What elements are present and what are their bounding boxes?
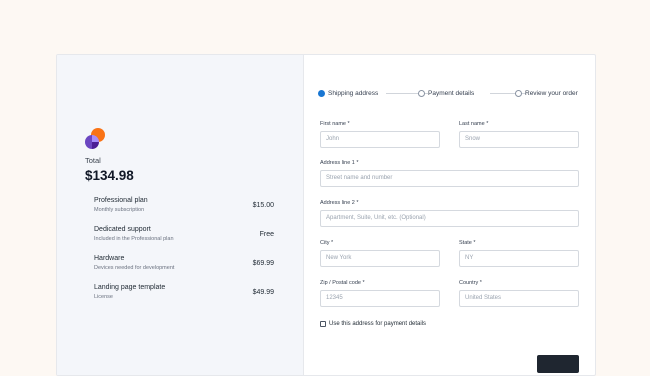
total-amount: $134.98: [85, 168, 134, 183]
address-line-2-field: Address line 2 * Apartment, Suite, Unit,…: [320, 200, 579, 227]
checkout-stepper: Shipping address Payment details Review …: [318, 88, 579, 100]
checkout-card: Total $134.98 Professional plan Monthly …: [56, 54, 596, 376]
zip-field: Zip / Postal code * 12345: [320, 280, 440, 307]
country-input[interactable]: United States: [459, 290, 579, 307]
product-item: Professional plan Monthly subscription $…: [94, 196, 274, 225]
product-name: Professional plan: [94, 197, 148, 204]
step-shipping-address[interactable]: Shipping address: [318, 88, 378, 98]
first-name-input[interactable]: John: [320, 131, 440, 148]
product-price: $15.00: [252, 202, 274, 209]
last-name-field: Last name * Snow: [459, 121, 579, 148]
product-price: $49.99: [252, 289, 274, 296]
step-label: Review your order: [525, 89, 578, 97]
last-name-label: Last name *: [459, 121, 489, 127]
step-label: Shipping address: [328, 89, 379, 97]
step-dot-icon: [418, 89, 425, 97]
state-label: State *: [459, 240, 476, 246]
step-active-dot-icon: [318, 89, 325, 97]
step-review-order[interactable]: Review your order: [515, 88, 578, 98]
product-name: Hardware: [94, 255, 125, 262]
product-description: Included in the Professional plan: [94, 236, 174, 242]
next-button[interactable]: [537, 355, 579, 373]
product-item: Hardware Devices needed for development …: [94, 254, 274, 283]
product-price: $69.99: [252, 260, 274, 267]
address-line-2-input[interactable]: Apartment, Suite, Unit, etc. (Optional): [320, 210, 579, 227]
city-label: City *: [320, 240, 334, 246]
product-price: Free: [259, 231, 274, 238]
product-description: Monthly subscription: [94, 207, 145, 213]
use-address-option[interactable]: Use this address for payment details: [320, 321, 426, 327]
address-form-panel: Shipping address Payment details Review …: [304, 55, 595, 375]
product-description: Devices needed for development: [94, 265, 175, 271]
order-summary-panel: Total $134.98 Professional plan Monthly …: [57, 55, 304, 375]
step-label: Payment details: [428, 89, 475, 97]
address-line-1-label: Address line 1 *: [320, 160, 359, 166]
product-name: Dedicated support: [94, 226, 151, 233]
city-input[interactable]: New York: [320, 250, 440, 267]
first-name-label: First name *: [320, 121, 350, 127]
address-line-1-field: Address line 1 * Street name and number: [320, 160, 579, 187]
use-address-label: Use this address for payment details: [329, 321, 427, 327]
first-name-field: First name * John: [320, 121, 440, 148]
state-field: State * NY: [459, 240, 579, 267]
product-list: Professional plan Monthly subscription $…: [94, 196, 274, 312]
country-label: Country *: [459, 280, 482, 286]
address-line-2-label: Address line 2 *: [320, 200, 359, 206]
step-dot-icon: [515, 89, 522, 97]
product-item: Landing page template License $49.99: [94, 283, 274, 312]
country-field: Country * United States: [459, 280, 579, 307]
zip-label: Zip / Postal code *: [320, 280, 365, 286]
use-address-checkbox[interactable]: [320, 321, 326, 327]
product-name: Landing page template: [94, 284, 166, 291]
address-line-1-input[interactable]: Street name and number: [320, 170, 579, 187]
step-payment-details[interactable]: Payment details: [418, 88, 474, 98]
brand-logo-icon: [85, 128, 105, 149]
total-label: Total: [85, 156, 101, 165]
product-item: Dedicated support Included in the Profes…: [94, 225, 274, 254]
last-name-input[interactable]: Snow: [459, 131, 579, 148]
city-field: City * New York: [320, 240, 440, 267]
product-description: License: [94, 294, 113, 300]
zip-input[interactable]: 12345: [320, 290, 440, 307]
state-input[interactable]: NY: [459, 250, 579, 267]
